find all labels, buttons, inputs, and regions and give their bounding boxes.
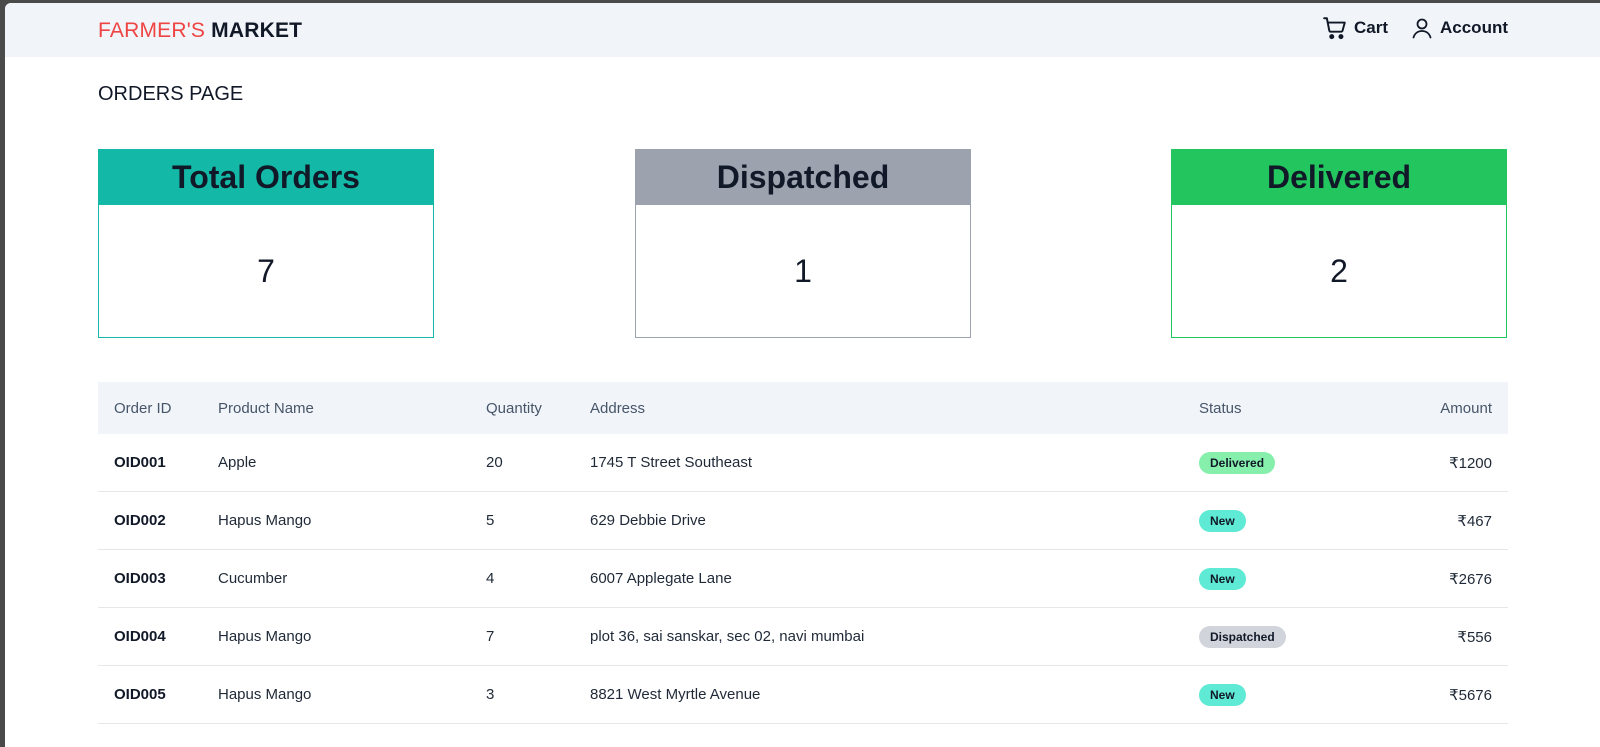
column-header-order-id: Order ID <box>114 399 172 417</box>
cell-quantity: 4 <box>470 549 574 608</box>
nav-actions: Cart Account <box>1322 15 1508 41</box>
cell-product-name: Hapus Mango <box>202 607 470 666</box>
cell-status: New <box>1183 665 1363 724</box>
cell-amount: ₹2676 <box>1363 549 1508 608</box>
brand-part-1: FARMER'S <box>98 19 206 42</box>
cart-label: Cart <box>1353 18 1388 37</box>
orders-table-container: Order ID Product Name Quantity Address S… <box>98 382 1508 724</box>
table-header-row: Order ID Product Name Quantity Address S… <box>98 382 1508 434</box>
cell-amount: ₹467 <box>1363 491 1508 550</box>
orders-table: Order ID Product Name Quantity Address S… <box>98 382 1508 724</box>
stat-card-delivered: Delivered 2 <box>1171 149 1507 338</box>
cell-amount: ₹556 <box>1363 607 1508 666</box>
cell-product-name: Hapus Mango <box>202 665 470 724</box>
status-badge: Delivered <box>1199 451 1276 474</box>
cell-status: Dispatched <box>1183 607 1363 666</box>
stat-card-label: Dispatched <box>636 150 970 205</box>
table-row[interactable]: OID005 Hapus Mango 3 8821 West Myrtle Av… <box>98 665 1508 724</box>
stat-card-value: 1 <box>794 252 812 289</box>
table-row[interactable]: OID004 Hapus Mango 7 plot 36, sai sanska… <box>98 607 1508 666</box>
cell-order-id: OID004 <box>98 607 202 666</box>
cell-quantity: 20 <box>470 434 574 492</box>
app-window: FARMER'S MARKET Cart Account ORDERS PAGE… <box>5 3 1600 747</box>
cell-status: Delivered <box>1183 434 1363 492</box>
stat-card-value: 2 <box>1330 252 1348 289</box>
status-badge: Dispatched <box>1199 625 1286 648</box>
cell-address: 629 Debbie Drive <box>574 491 1183 550</box>
table-row[interactable]: OID002 Hapus Mango 5 629 Debbie Drive Ne… <box>98 491 1508 550</box>
brand-part-2: MARKET <box>211 19 303 42</box>
cell-order-id: OID001 <box>98 434 202 492</box>
cell-quantity: 3 <box>470 665 574 724</box>
cell-address: 6007 Applegate Lane <box>574 549 1183 608</box>
status-badge: New <box>1199 683 1246 706</box>
table-row[interactable]: OID001 Apple 20 1745 T Street Southeast … <box>98 434 1508 492</box>
stats-cards: Total Orders 7 Dispatched 1 Delivered 2 <box>98 149 1508 340</box>
table-row[interactable]: OID003 Cucumber 4 6007 Applegate Lane Ne… <box>98 549 1508 608</box>
cell-address: 1745 T Street Southeast <box>574 434 1183 492</box>
cell-status: New <box>1183 549 1363 608</box>
account-label: Account <box>1440 18 1508 37</box>
stat-card-label: Delivered <box>1172 150 1506 205</box>
cell-order-id: OID002 <box>98 491 202 550</box>
status-badge: New <box>1199 509 1246 532</box>
cell-quantity: 5 <box>470 491 574 550</box>
cell-amount: ₹1200 <box>1363 434 1508 492</box>
cell-product-name: Hapus Mango <box>202 491 470 550</box>
page-title: ORDERS PAGE <box>98 83 244 105</box>
cart-icon <box>1322 15 1348 41</box>
user-icon <box>1410 16 1434 40</box>
cell-address: plot 36, sai sanskar, sec 02, navi mumba… <box>574 607 1183 666</box>
column-header-product-name: Product Name <box>218 399 314 417</box>
column-header-address: Address <box>590 399 646 417</box>
cell-product-name: Cucumber <box>202 549 470 608</box>
cell-amount: ₹5676 <box>1363 665 1508 724</box>
stat-card-value: 7 <box>257 252 275 289</box>
column-header-status: Status <box>1199 399 1242 417</box>
cell-order-id: OID003 <box>98 549 202 608</box>
cell-quantity: 7 <box>470 607 574 666</box>
navbar: FARMER'S MARKET Cart Account <box>5 3 1600 57</box>
cell-order-id: OID005 <box>98 665 202 724</box>
cell-status: New <box>1183 491 1363 550</box>
account-link[interactable]: Account <box>1410 16 1508 40</box>
column-header-amount: Amount <box>1440 399 1492 417</box>
stat-card-label: Total Orders <box>99 150 433 205</box>
stat-card-total-orders: Total Orders 7 <box>98 149 434 338</box>
cell-product-name: Apple <box>202 434 470 492</box>
column-header-quantity: Quantity <box>486 399 542 417</box>
cell-address: 8821 West Myrtle Avenue <box>574 665 1183 724</box>
cart-link[interactable]: Cart <box>1322 15 1388 41</box>
brand-logo[interactable]: FARMER'S MARKET <box>98 19 302 43</box>
status-badge: New <box>1199 567 1246 590</box>
stat-card-dispatched: Dispatched 1 <box>635 149 971 338</box>
